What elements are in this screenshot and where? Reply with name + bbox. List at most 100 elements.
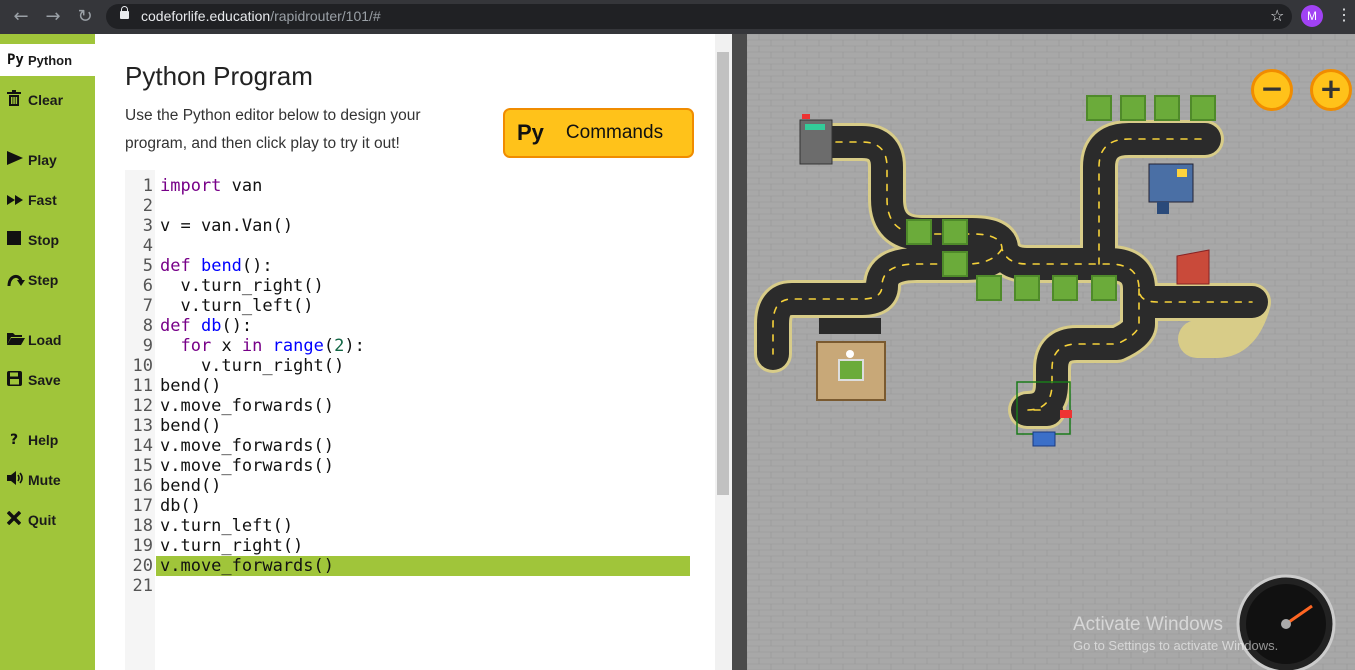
code-text: v.move_forwards() <box>160 436 334 456</box>
panel-divider[interactable] <box>732 34 747 670</box>
code-line[interactable]: 19 v.turn_right() <box>125 536 694 556</box>
line-number: 10 <box>132 356 153 376</box>
sidebar-item-help[interactable]: ? Help <box>0 427 95 453</box>
line-number: 3 <box>142 216 153 236</box>
commands-button-label: Commands <box>565 122 664 143</box>
road-map-canvas <box>747 34 1355 670</box>
step-icon <box>0 270 28 290</box>
delivery-house-icon <box>1032 431 1056 447</box>
zoom-in-button[interactable]: + <box>1310 69 1352 111</box>
code-text: def db(): <box>160 316 253 336</box>
sidebar-item-label: Save <box>28 372 61 388</box>
house-red-roof <box>1176 249 1210 285</box>
code-text: v.move_forwards() <box>156 556 690 576</box>
code-line[interactable]: 13 bend() <box>125 416 694 436</box>
watermark-title: Activate Windows <box>1073 614 1223 635</box>
sidebar-item-label: Load <box>28 332 62 348</box>
sidebar-item-stop[interactable]: Stop <box>0 227 95 253</box>
code-line[interactable]: 8 def db(): <box>125 316 694 336</box>
code-editor[interactable]: 1 import van2​3 v = van.Van()4​5 def bend()… <box>125 170 694 670</box>
code-text: bend() <box>160 376 222 396</box>
sidebar-item-clear[interactable]: Clear <box>0 87 95 113</box>
line-number: 20 <box>132 556 153 576</box>
line-number: 18 <box>132 516 153 536</box>
scrollbar-thumb[interactable] <box>717 52 729 495</box>
profile-avatar[interactable]: M <box>1301 5 1323 27</box>
reload-icon[interactable]: ↻ <box>74 6 96 28</box>
code-line[interactable]: 14 v.move_forwards() <box>125 436 694 456</box>
code-text: v.turn_left() <box>160 296 314 316</box>
code-line[interactable]: 2​ <box>125 196 694 216</box>
code-line[interactable]: 11 bend() <box>125 376 694 396</box>
code-line[interactable]: 7 v.turn_left() <box>125 296 694 316</box>
line-number: 16 <box>132 476 153 496</box>
sidebar-item-save[interactable]: Save <box>0 367 95 393</box>
code-text: bend() <box>160 476 222 496</box>
line-number: 14 <box>132 436 153 456</box>
windows-activation-watermark: Activate Windows Go to Settings to activ… <box>1073 614 1278 653</box>
lock-icon <box>120 6 129 19</box>
sidebar-item-load[interactable]: Load <box>0 327 95 353</box>
address-bar[interactable]: codeforlife.education/rapidrouter/101/# … <box>106 4 1292 29</box>
code-line[interactable]: 1 import van <box>125 176 694 196</box>
code-line[interactable]: 12 v.move_forwards() <box>125 396 694 416</box>
line-number: 2 <box>142 196 153 216</box>
hospital <box>816 318 886 401</box>
line-number: 13 <box>132 416 153 436</box>
code-line[interactable]: 21​ <box>125 576 694 596</box>
floppy-disk-icon <box>0 370 28 390</box>
sidebar-item-label: Python <box>28 52 73 68</box>
code-line[interactable]: 5 def bend(): <box>125 256 694 276</box>
line-number: 7 <box>142 296 153 316</box>
back-arrow-icon[interactable]: ← <box>10 6 32 28</box>
line-number: 1 <box>142 176 153 196</box>
line-number: 17 <box>132 496 153 516</box>
python-icon: Py <box>517 120 544 145</box>
code-text: db() <box>160 496 201 516</box>
line-number: 8 <box>142 316 153 336</box>
code-text: v.move_forwards() <box>160 396 334 416</box>
instructions-text: Use the Python editor below to design yo… <box>125 107 421 152</box>
game-map[interactable]: − + Activate Windows Go to Settings to a… <box>747 34 1355 670</box>
code-line[interactable]: 9 for x in range(2): <box>125 336 694 356</box>
code-line[interactable]: 6 v.turn_right() <box>125 276 694 296</box>
browser-menu-icon[interactable]: ⋮ <box>1336 6 1352 26</box>
sidebar-item-label: Play <box>28 152 57 168</box>
sidebar-item-label: Clear <box>28 92 64 108</box>
question-mark-icon: ? <box>10 432 19 448</box>
close-x-icon <box>0 510 28 529</box>
code-line[interactable]: 3 v = van.Van() <box>125 216 694 236</box>
line-number: 12 <box>132 396 153 416</box>
code-line[interactable]: 16 bend() <box>125 476 694 496</box>
bookmark-star-icon[interactable]: ☆ <box>1270 6 1284 25</box>
code-text: v.turn_right() <box>160 276 324 296</box>
folder-open-icon <box>0 331 28 349</box>
zoom-out-button[interactable]: − <box>1251 69 1293 111</box>
forward-arrow-icon[interactable]: → <box>42 6 64 28</box>
sidebar-item-fast[interactable]: Fast <box>0 187 95 213</box>
code-line[interactable]: 18 v.turn_left() <box>125 516 694 536</box>
speaker-icon <box>0 471 28 489</box>
sidebar-item-quit[interactable]: Quit <box>0 507 95 533</box>
code-line[interactable]: 4​ <box>125 236 694 256</box>
code-line[interactable]: 10 v.turn_right() <box>125 356 694 376</box>
line-number: 6 <box>142 276 153 296</box>
code-text: v.turn_right() <box>160 356 345 376</box>
sidebar-item-label: Help <box>28 432 59 448</box>
sidebar-item-step[interactable]: Step <box>0 267 95 293</box>
sidebar-item-mute[interactable]: Mute <box>0 467 95 493</box>
line-number: 21 <box>132 576 153 596</box>
code-text: v = van.Van() <box>160 216 294 236</box>
watermark-subtitle: Go to Settings to activate Windows. <box>1073 638 1279 653</box>
url-text: codeforlife.education/rapidrouter/101/# <box>141 8 381 24</box>
sidebar-item-play[interactable]: Play <box>0 147 95 173</box>
code-text: for x in range(2): <box>180 336 365 356</box>
line-number: 5 <box>142 256 153 276</box>
sidebar-item-python[interactable]: Py Python <box>0 47 95 73</box>
code-line[interactable]: 20 v.move_forwards() <box>125 556 694 576</box>
code-line[interactable]: 15 v.move_forwards() <box>125 456 694 476</box>
code-text: import van <box>160 176 263 196</box>
code-line[interactable]: 17 db() <box>125 496 694 516</box>
commands-button[interactable]: Py Commands <box>503 108 694 158</box>
van-icon <box>1060 410 1072 418</box>
